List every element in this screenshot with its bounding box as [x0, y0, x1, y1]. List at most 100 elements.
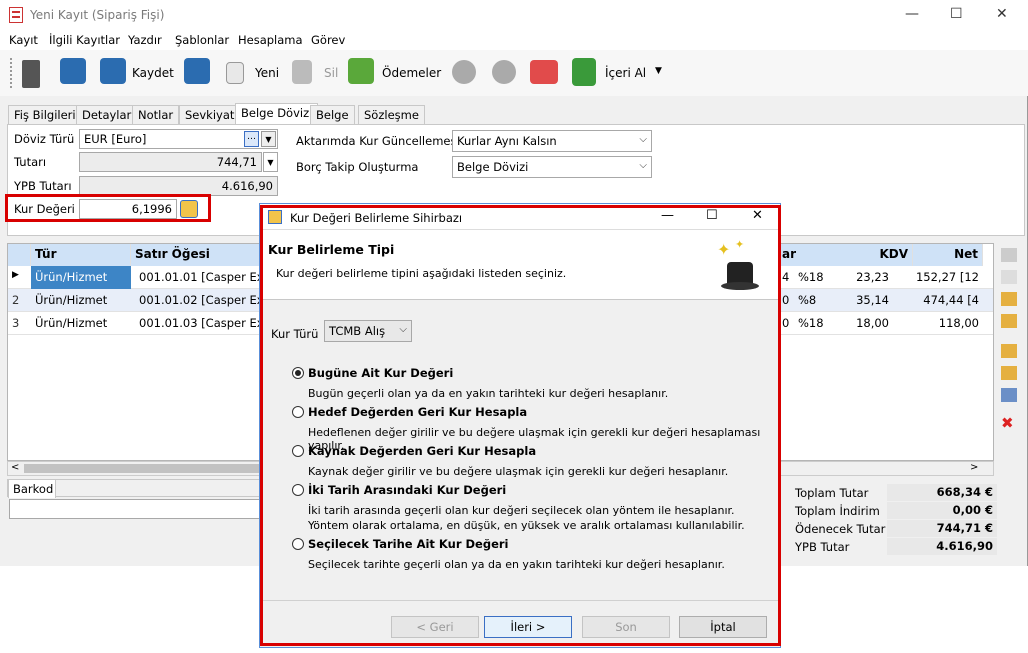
close-button[interactable]: ✕: [996, 6, 1008, 22]
arrow-down-icon[interactable]: [492, 60, 516, 84]
payable-amount-label: Ödenecek Tutar: [795, 522, 886, 536]
total-discount-value: 0,00 €: [887, 502, 997, 519]
amount-field: 744,71: [79, 152, 262, 172]
row-number: 2: [12, 293, 20, 307]
save-button[interactable]: Kaydet: [132, 66, 174, 80]
barcode-label[interactable]: Barkod: [8, 479, 56, 498]
import-dropdown-arrow-icon[interactable]: ▼: [655, 66, 662, 76]
amount-dropdown-icon[interactable]: ▼: [263, 152, 278, 172]
row-kdv: 18,00: [856, 316, 889, 330]
ypb-label: YPB Tutarı: [14, 179, 72, 193]
row-pointer-icon: ▶: [12, 270, 19, 280]
ypb-field: 4.616,90: [79, 176, 278, 196]
menu-hesaplama[interactable]: Hesaplama: [238, 33, 303, 47]
tab-sozlesme[interactable]: Sözleşme: [358, 105, 425, 125]
side-tool-icon[interactable]: [1001, 248, 1017, 262]
row-type[interactable]: Ürün/Hizmet: [31, 289, 131, 312]
window-title: Yeni Kayıt (Sipariş Fişi): [30, 8, 165, 22]
debt-value: Belge Dövizi: [457, 160, 529, 174]
row-item[interactable]: 001.01.01 [Casper Excalib: [135, 266, 263, 289]
save-icon[interactable]: [100, 58, 126, 84]
rate-wizard-icon[interactable]: [180, 200, 198, 218]
save-new-icon[interactable]: [184, 58, 210, 84]
minimize-button[interactable]: —: [905, 6, 919, 22]
new-document-icon[interactable]: [226, 62, 244, 84]
new-button[interactable]: Yeni: [255, 66, 279, 80]
row-net: 152,27 [12: [915, 270, 979, 284]
tab-notlar[interactable]: Notlar: [132, 105, 180, 125]
scroll-thumb[interactable]: [24, 464, 269, 473]
row-type[interactable]: Ürün/Hizmet: [31, 312, 131, 335]
ellipsis-button[interactable]: …: [244, 131, 259, 147]
menu-ilgili-kayitlar[interactable]: İlgili Kayıtlar: [49, 33, 120, 47]
side-sort-icon[interactable]: [1001, 314, 1017, 328]
tab-detaylar[interactable]: Detaylar: [76, 105, 138, 125]
chevron-down-icon: ⌵: [639, 134, 647, 145]
total-discount-label: Toplam İndirim: [795, 504, 880, 518]
currency-type-label: Döviz Türü: [14, 132, 75, 146]
row-rate: %18: [798, 270, 824, 284]
chevron-down-icon: ⌵: [639, 160, 647, 171]
row-type[interactable]: Ürün/Hizmet: [31, 266, 131, 289]
side-tool-icon[interactable]: [1001, 270, 1017, 284]
grid-header-item[interactable]: Satır Öğesi: [131, 244, 261, 266]
side-insert-icon[interactable]: [1001, 344, 1017, 358]
excel-import-icon[interactable]: [572, 58, 596, 86]
grid-header-indicator: [8, 244, 31, 266]
total-amount-label: Toplam Tutar: [795, 486, 869, 500]
rate-label: Kur Değeri: [14, 202, 75, 216]
currency-type-value: EUR [Euro]: [84, 132, 147, 146]
currency-type-field[interactable]: EUR [Euro] … ▼: [79, 129, 278, 149]
delete-row-icon[interactable]: ✖: [1001, 414, 1014, 432]
row-kdv: 35,14: [856, 293, 889, 307]
ypb-total-value: 4.616,90: [887, 538, 997, 555]
scroll-right-icon[interactable]: >: [970, 462, 978, 473]
grid-header-type[interactable]: Tür: [31, 244, 131, 266]
menu-kayit[interactable]: Kayıt: [9, 33, 38, 47]
tab-belge-dovizi[interactable]: Belge Dövizi: [235, 103, 319, 125]
row-item[interactable]: 001.01.02 [Casper Excalib: [135, 289, 263, 312]
rate-update-select[interactable]: Kurlar Aynı Kalsın ⌵: [452, 130, 652, 152]
barcode-tab: Barkod: [7, 479, 267, 498]
pointer-add-icon[interactable]: [22, 60, 40, 88]
currency-dropdown-icon[interactable]: ▼: [261, 131, 276, 147]
side-list-icon[interactable]: [1001, 388, 1017, 402]
debt-select[interactable]: Belge Dövizi ⌵: [452, 156, 652, 178]
save-close-icon[interactable]: [60, 58, 86, 84]
toolbar: Kaydet Yeni Sil Ödemeler İçeri Al ▼: [0, 50, 1028, 96]
amount-label: Tutarı: [14, 155, 47, 169]
row-kdv: 23,23: [856, 270, 889, 284]
row-rate: %18: [798, 316, 824, 330]
grid-header-net[interactable]: Net: [913, 244, 983, 266]
scroll-left-icon[interactable]: <: [11, 462, 19, 473]
tab-sevkiyat[interactable]: Sevkiyat: [179, 105, 241, 125]
approve-check-icon[interactable]: [530, 60, 558, 84]
rate-field[interactable]: 6,1996: [79, 199, 177, 219]
menu-gorev[interactable]: Görev: [311, 33, 345, 47]
menu-bar: Kayıt İlgili Kayıtlar Yazdır Şablonlar H…: [0, 30, 1028, 50]
row-net: 118,00: [938, 316, 979, 330]
app-document-icon: [9, 7, 23, 23]
maximize-button[interactable]: ☐: [950, 6, 963, 22]
import-button[interactable]: İçeri Al: [605, 66, 646, 80]
tab-strip: Fiş Bilgileri Detaylar Notlar Sevkiyat B…: [0, 103, 1028, 125]
payments-icon[interactable]: [348, 58, 374, 84]
side-filter-icon[interactable]: [1001, 292, 1017, 306]
menu-sablonlar[interactable]: Şablonlar: [175, 33, 229, 47]
dialog-highlight-box: [260, 205, 781, 646]
row-number: 3: [12, 316, 20, 330]
arrow-up-icon[interactable]: [452, 60, 476, 84]
payable-amount-value: 744,71 €: [887, 520, 997, 537]
grid-header-partial[interactable]: ar: [778, 244, 848, 266]
tab-belge[interactable]: Belge: [310, 105, 355, 125]
rate-update-value: Kurlar Aynı Kalsın: [457, 134, 557, 148]
side-move-icon[interactable]: [1001, 366, 1017, 380]
tab-fis-bilgileri[interactable]: Fiş Bilgileri: [8, 105, 82, 125]
grid-header-kdv[interactable]: KDV: [848, 244, 913, 266]
payments-button[interactable]: Ödemeler: [382, 66, 441, 80]
trash-icon: [292, 60, 312, 84]
ypb-total-label: YPB Tutar: [795, 540, 850, 554]
row-item[interactable]: 001.01.03 [Casper Excalib: [135, 312, 263, 335]
barcode-input[interactable]: [9, 499, 264, 519]
menu-yazdir[interactable]: Yazdır: [128, 33, 162, 47]
